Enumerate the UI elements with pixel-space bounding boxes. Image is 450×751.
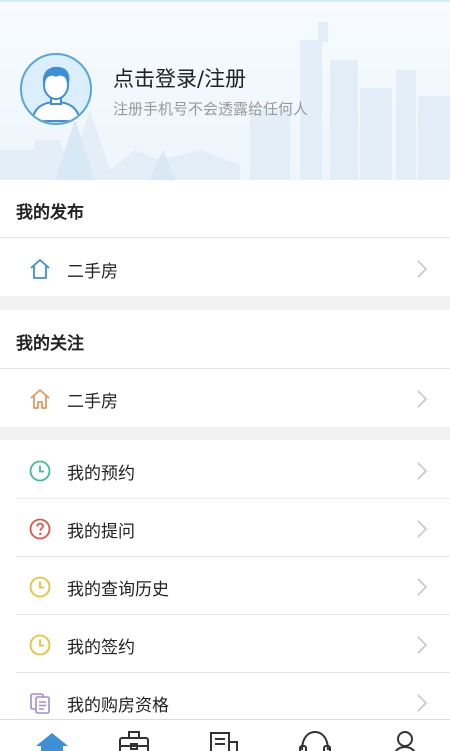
user-icon[interactable] [387,728,423,751]
menu-item-my-posts-second-hand[interactable]: 二手房 [0,239,450,297]
headset-icon[interactable] [297,728,333,751]
menu-item-label: 我的查询历史 [67,580,169,600]
menu-item-my-contracts[interactable]: 我的签约 [0,615,450,673]
login-privacy-note: 注册手机号不会透露给任何人 [113,100,309,118]
user-avatar-icon [30,66,82,122]
section-title-my-posts: 我的发布 [16,203,84,223]
house-outline-icon [30,389,50,409]
briefcase-icon[interactable] [116,728,152,751]
news-icon[interactable] [206,728,242,751]
avatar[interactable] [20,53,92,125]
menu-item-label: 我的签约 [67,638,135,658]
clock-icon [29,634,51,656]
section-gap [0,427,450,440]
document-icon [30,693,50,714]
profile-header: 点击登录/注册 注册手机号不会透露给任何人 [0,0,450,180]
chevron-right-icon [417,260,428,278]
menu-item-my-query-history[interactable]: 我的查询历史 [0,557,450,615]
menu-item-my-questions[interactable]: 我的提问 [0,499,450,557]
chevron-right-icon [417,390,428,408]
question-icon [29,518,51,540]
clock-icon [29,460,51,482]
menu-item-my-follows-second-hand[interactable]: 二手房 [0,369,450,427]
clock-icon [29,576,51,598]
login-register-link[interactable]: 点击登录/注册 [113,63,246,93]
chevron-right-icon [417,462,428,480]
section-divider [0,237,450,238]
section-gap [0,296,450,310]
chevron-right-icon [417,578,428,596]
menu-item-label: 我的购房资格 [67,696,169,716]
menu-item-my-appointments[interactable]: 我的预约 [0,441,450,499]
chevron-right-icon [417,636,428,654]
menu-item-label: 二手房 [67,262,118,282]
bottom-tab-bar [0,719,450,751]
chevron-right-icon [417,520,428,538]
menu-item-label: 二手房 [67,392,118,412]
menu-item-label: 我的提问 [67,522,135,542]
house-outline-icon [30,259,50,279]
home-icon[interactable] [34,728,70,751]
chevron-right-icon [417,694,428,712]
section-title-my-follows: 我的关注 [16,334,84,354]
menu-item-label: 我的预约 [67,464,135,484]
